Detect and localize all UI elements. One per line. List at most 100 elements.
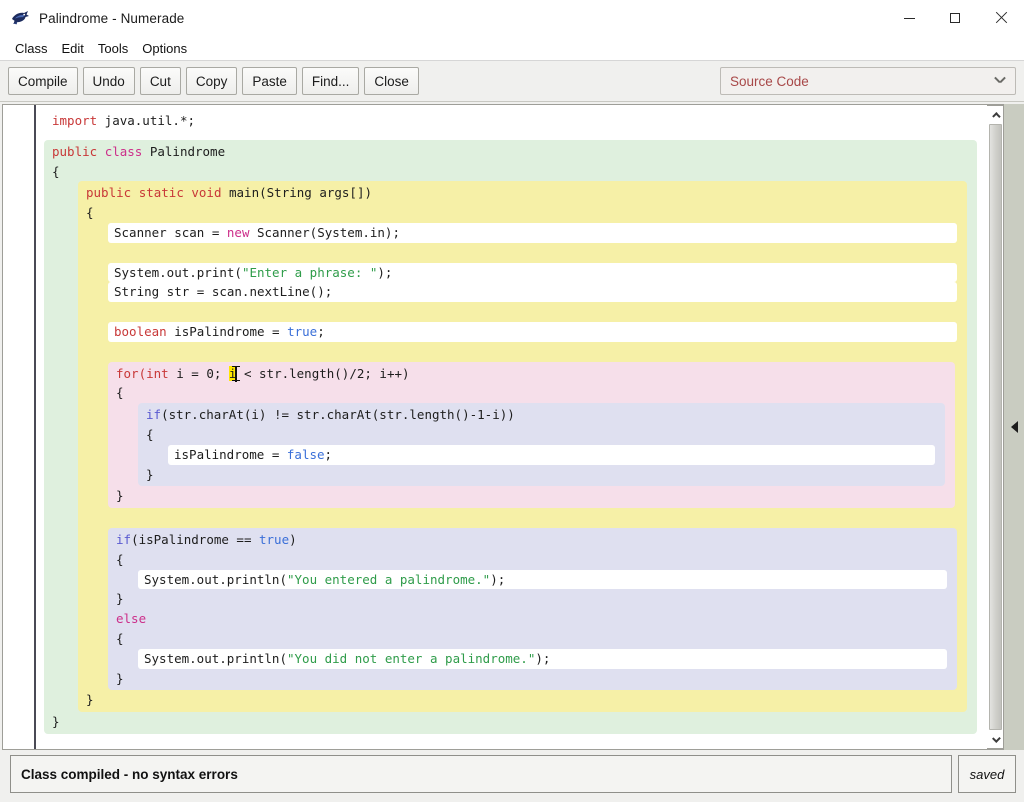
keyword-if: if <box>116 531 132 547</box>
if-close-brace: } <box>146 466 154 482</box>
keyword-import: import <box>52 113 98 128</box>
keyword-else: else <box>116 611 147 627</box>
class-close-brace: } <box>52 714 60 730</box>
close-class-button[interactable]: Close <box>364 67 419 95</box>
code-line-boolean-decl[interactable]: boolean isPalindrome = true; <box>108 321 957 342</box>
find-button[interactable]: Find... <box>301 67 360 95</box>
literal-false: false <box>286 446 325 462</box>
title-bar: Palindrome - Numerade <box>0 0 1024 36</box>
boolean-var: isPalindrome = <box>166 323 288 339</box>
for-init: i = 0; <box>168 365 229 381</box>
print-suffix: ); <box>377 264 393 280</box>
scroll-down-arrow-icon[interactable] <box>987 731 1003 748</box>
class-block[interactable]: public class Palindrome { public static … <box>44 139 977 734</box>
code-line-class-decl[interactable]: public class Palindrome <box>44 142 977 162</box>
scanner-decl-suffix: Scanner(System.in); <box>249 224 400 240</box>
status-bar: Class compiled - no syntax errors saved <box>0 750 1024 802</box>
println-suffix: ); <box>535 650 551 666</box>
literal-true: true <box>287 323 318 339</box>
literal-true: true <box>259 531 290 547</box>
window-controls <box>886 0 1024 36</box>
result-if-else-block[interactable]: if(isPalindrome == true) { System.out.pr… <box>108 527 957 691</box>
toolbar: Compile Undo Cut Copy Paste Find... Clos… <box>0 61 1024 102</box>
semicolon: ; <box>317 323 325 339</box>
menu-bar: Class Edit Tools Options <box>0 36 1024 61</box>
code-line-read-line[interactable]: String str = scan.nextLine(); <box>108 282 957 303</box>
maximize-button[interactable] <box>932 0 978 36</box>
compile-button[interactable]: Compile <box>8 67 78 95</box>
source-code-view[interactable]: import java.util.*; public class Palindr… <box>36 105 987 749</box>
menu-item-class[interactable]: Class <box>8 39 55 58</box>
scrollbar-track[interactable] <box>987 123 1003 731</box>
code-line-import[interactable]: import java.util.*; <box>44 111 977 131</box>
view-selector-dropdown[interactable]: Source Code <box>720 67 1016 95</box>
undo-button[interactable]: Undo <box>82 67 135 95</box>
string-literal-prompt: "Enter a phrase: " <box>241 264 378 280</box>
close-icon <box>995 12 1007 24</box>
chevron-down-icon <box>994 76 1005 87</box>
code-line-else[interactable]: else <box>108 609 957 629</box>
code-line-method-decl[interactable]: public static void main(String args[]) <box>78 183 967 203</box>
inner-if-block[interactable]: if(str.charAt(i) != str.charAt(str.lengt… <box>138 403 945 487</box>
close-button[interactable] <box>978 0 1024 36</box>
println-suffix: ); <box>490 571 506 587</box>
collapse-panel-arrow-icon[interactable] <box>1010 421 1018 433</box>
semicolon: ; <box>324 446 333 462</box>
code-line-for-header[interactable]: for(int i = 0; i < str.length()/2; i++) <box>108 364 955 384</box>
class-name: Palindrome <box>142 143 226 159</box>
if-condition: (str.charAt(i) != str.charAt(str.length(… <box>161 407 515 423</box>
string-literal-success: "You entered a palindrome." <box>287 571 491 587</box>
scroll-up-arrow-icon[interactable] <box>987 106 1003 123</box>
minimize-button[interactable] <box>886 0 932 36</box>
saved-indicator: saved <box>958 755 1016 793</box>
keyword-public: public <box>52 143 105 159</box>
code-line-println-failure[interactable]: System.out.println("You did not enter a … <box>138 648 947 669</box>
copy-button[interactable]: Copy <box>185 67 238 95</box>
scanner-decl-prefix: Scanner scan = <box>114 224 227 240</box>
println-prefix: System.out.println( <box>144 571 287 587</box>
editor-frame: import java.util.*; public class Palindr… <box>2 104 1004 750</box>
if-open-brace: { <box>116 551 124 567</box>
for-close-brace: } <box>116 488 124 504</box>
code-line-set-false[interactable]: isPalindrome = false; <box>168 444 935 465</box>
println-prefix: System.out.println( <box>144 650 287 666</box>
minimize-icon <box>903 17 915 19</box>
keyword-void: void <box>191 185 222 201</box>
keyword-static: static <box>138 185 192 201</box>
cut-button[interactable]: Cut <box>139 67 181 95</box>
status-message: Class compiled - no syntax errors <box>10 755 952 793</box>
menu-item-tools[interactable]: Tools <box>91 39 135 58</box>
code-line-scanner[interactable]: Scanner scan = new Scanner(System.in); <box>108 222 957 243</box>
menu-item-options[interactable]: Options <box>135 39 194 58</box>
scrollbar-thumb[interactable] <box>988 124 1002 730</box>
for-condition: < str.length()/2; i++) <box>236 365 410 381</box>
for-loop-block[interactable]: for(int i = 0; i < str.length()/2; i++) … <box>108 361 955 509</box>
method-block[interactable]: public static void main(String args[]) {… <box>78 181 967 713</box>
else-close-brace: } <box>116 670 124 686</box>
editor-gutter <box>3 105 36 749</box>
else-open-brace: { <box>116 630 124 646</box>
paste-button[interactable]: Paste <box>242 67 297 95</box>
panel-splitter[interactable] <box>1004 104 1024 750</box>
editor-area: import java.util.*; public class Palindr… <box>0 102 1024 750</box>
code-line-if-result[interactable]: if(isPalindrome == true) <box>108 530 957 550</box>
keyword-public: public <box>86 185 139 201</box>
keyword-class: class <box>104 143 143 159</box>
view-selector-value: Source Code <box>730 73 809 89</box>
vertical-scrollbar[interactable] <box>987 105 1004 749</box>
keyword-if: if <box>146 407 162 423</box>
code-line-println-success[interactable]: System.out.println("You entered a palind… <box>138 569 947 590</box>
menu-item-edit[interactable]: Edit <box>55 39 91 58</box>
code-line-print-prompt[interactable]: System.out.print("Enter a phrase: "); <box>108 262 957 283</box>
if-close-brace: } <box>116 591 124 607</box>
class-open-brace: { <box>52 163 60 179</box>
string-literal-failure: "You did not enter a palindrome." <box>287 650 536 666</box>
code-line-if-charat[interactable]: if(str.charAt(i) != str.charAt(str.lengt… <box>138 405 945 425</box>
method-close-brace: } <box>86 692 94 708</box>
method-open-brace: { <box>86 205 94 221</box>
keyword-int: int <box>146 365 169 381</box>
import-path: java.util.*; <box>97 113 195 128</box>
